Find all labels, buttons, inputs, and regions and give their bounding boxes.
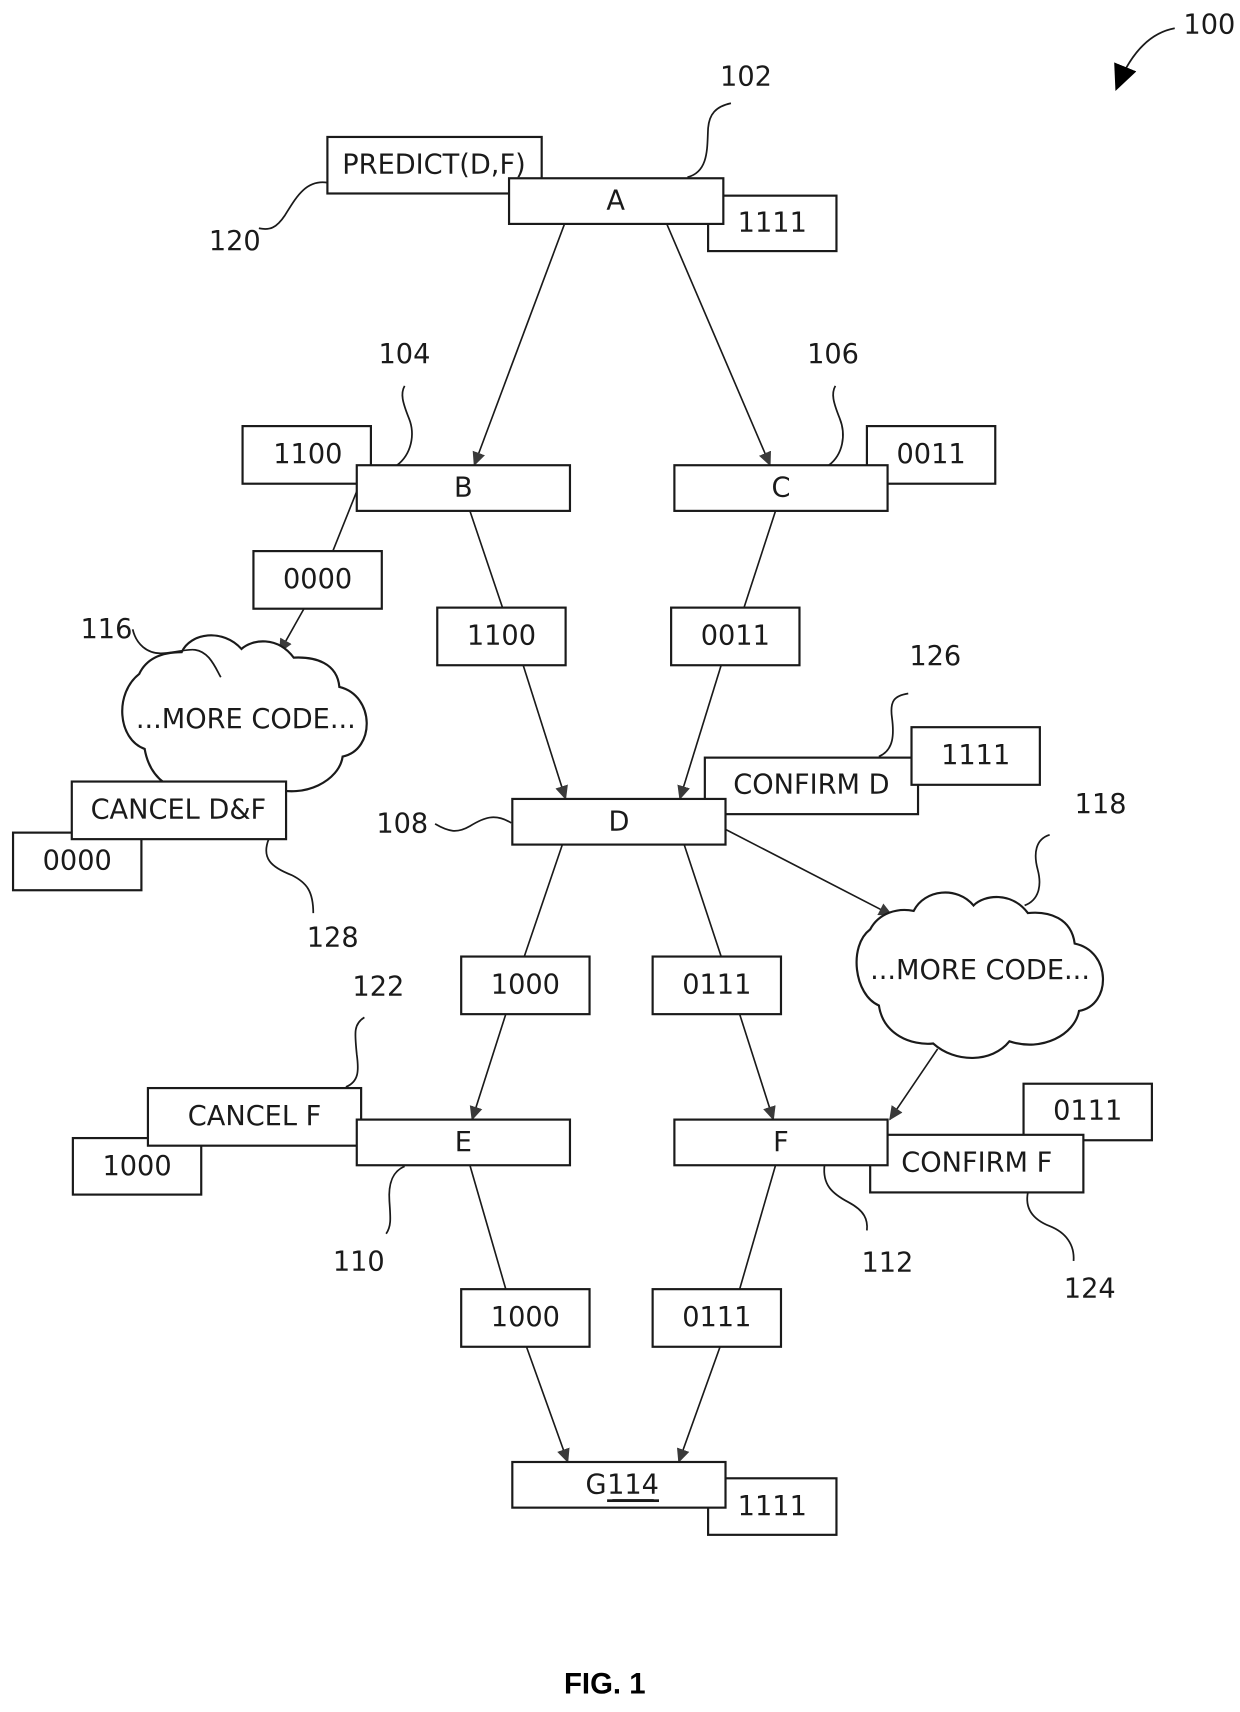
cancel-df-mask-label: 0000: [43, 845, 112, 876]
node-e-ref: 110: [333, 1246, 385, 1277]
cloud-right-group: ...MORE CODE... 118: [855, 789, 1127, 1059]
edge-a-to-b: [472, 223, 566, 467]
cloud-left-ref: 116: [80, 614, 132, 645]
figure-caption: FIG. 1: [564, 1668, 646, 1701]
edge-label-b-to-cloud: 0000: [283, 564, 352, 595]
edge-cloud-right-to-f: [889, 1048, 939, 1121]
edge-label-d-to-e: 1000: [491, 969, 560, 1000]
node-f-ref-leader: [823, 1165, 868, 1231]
cancel-df-ref: 128: [307, 923, 359, 954]
edge-d-to-cloud-right: [722, 827, 893, 916]
node-b-mask-label: 1100: [273, 439, 342, 470]
edge-label-f-to-g: 0111: [682, 1302, 751, 1333]
node-b-ref-leader: [396, 385, 413, 466]
cloud-right-ref: 118: [1075, 789, 1127, 820]
node-b-ref: 104: [379, 339, 431, 370]
confirm-f-mask-label: 0111: [1053, 1095, 1122, 1126]
edge-b-to-cloud-lower: [278, 607, 306, 654]
edge-b-to-d-upper: [469, 510, 504, 608]
node-e-label: E: [455, 1127, 472, 1158]
confirm-d-ref: 126: [909, 641, 961, 672]
cancel-f-ref-leader: [345, 1016, 365, 1088]
cancel-f-ref: 122: [352, 971, 404, 1002]
node-c-label: C: [771, 473, 790, 504]
edge-d-to-e-upper: [523, 844, 564, 957]
node-a-ref: 102: [720, 62, 772, 93]
node-c-group: 0011 C 106: [673, 339, 997, 512]
cloud-right-label: ...MORE CODE...: [870, 955, 1090, 986]
edge-c-to-d-upper: [743, 510, 777, 608]
predict-ref-leader: [258, 181, 328, 230]
figure-ref-arrow-icon: [1114, 27, 1175, 91]
edge-a-to-c: [666, 223, 771, 467]
node-b-label: B: [454, 473, 473, 504]
edge-f-to-g-upper: [738, 1165, 777, 1290]
edge-e-to-g-upper: [469, 1165, 507, 1290]
confirm-d-ref-leader: [878, 692, 909, 758]
predict-ref: 120: [209, 226, 261, 257]
edge-d-to-f-upper: [683, 844, 722, 957]
figure-reference: 100: [1114, 10, 1235, 91]
node-a-label: A: [606, 186, 625, 217]
cancel-df-ref-leader: [265, 838, 315, 914]
predict-annotation-label: PREDICT(D,F): [342, 150, 525, 181]
node-e-ref-leader: [385, 1165, 406, 1235]
cancel-df-group: 0000 CANCEL D&F 128: [11, 780, 359, 954]
edge-labels-row-2: 1000 0111: [460, 955, 783, 1016]
edge-label-e-to-g: 1000: [491, 1302, 560, 1333]
node-e-mask-label: 1000: [102, 1151, 171, 1182]
node-b-group: 1100 B 104: [241, 339, 572, 512]
edge-label-d-to-f: 0111: [682, 969, 751, 1000]
cancel-f-label: CANCEL F: [188, 1101, 321, 1132]
node-d-label: D: [608, 806, 629, 837]
edge-labels-row-1: 0000 1100 0011: [252, 550, 801, 667]
confirm-f-ref: 124: [1064, 1274, 1116, 1305]
edge-b-to-cloud-upper: [332, 491, 358, 552]
node-g-mask-label: 1111: [738, 1491, 807, 1522]
node-g-ref: 114: [607, 1469, 659, 1500]
cloud-left-label: ...MORE CODE...: [136, 704, 356, 735]
node-c-mask-label: 0011: [896, 439, 965, 470]
edge-labels-row-3: 1000 0111: [460, 1288, 783, 1348]
node-d-group: CONFIRM D 1111 D 126 108: [376, 641, 1041, 846]
flow-diagram: 100 PREDICT(D,F) 1111 A 102 120 1100 B 1…: [11, 10, 1235, 1701]
confirm-f-ref-leader: [1026, 1192, 1075, 1261]
edge-d-to-f-lower: [738, 1013, 776, 1121]
cloud-left-group: ...MORE CODE... 116: [80, 614, 368, 806]
node-f-label: F: [773, 1127, 789, 1158]
node-a-group: PREDICT(D,F) 1111 A 102 120: [209, 62, 838, 257]
node-d-ref: 108: [376, 808, 428, 839]
node-g-group: 1111 G 114: [511, 1460, 838, 1536]
node-c-ref: 106: [807, 339, 859, 370]
node-a-mask-label: 1111: [738, 207, 807, 238]
confirm-d-mask-label: 1111: [941, 740, 1010, 771]
node-g-label: G: [586, 1469, 607, 1500]
node-c-ref-leader: [828, 385, 844, 466]
edge-e-to-g-lower: [525, 1346, 570, 1464]
cancel-df-label: CANCEL D&F: [91, 794, 267, 825]
figure-ref-label: 100: [1183, 10, 1235, 41]
confirm-d-label: CONFIRM D: [733, 769, 889, 800]
edge-label-b-to-d: 1100: [467, 620, 536, 651]
edge-d-to-e-lower: [469, 1013, 507, 1121]
cloud-right-ref-leader: [1024, 833, 1050, 907]
edge-b-to-d-lower: [522, 664, 568, 800]
node-d-ref-leader: [434, 816, 512, 832]
confirm-f-label: CONFIRM F: [901, 1148, 1052, 1179]
edge-f-to-g-lower: [676, 1346, 721, 1464]
node-f-group: 0111 CONFIRM F F 112 124: [673, 1082, 1153, 1305]
node-e-group: 1000 CANCEL F E 122 110: [71, 971, 572, 1277]
edge-label-c-to-d: 0011: [701, 620, 770, 651]
node-f-ref: 112: [861, 1248, 913, 1279]
node-a-ref-leader: [687, 102, 732, 179]
